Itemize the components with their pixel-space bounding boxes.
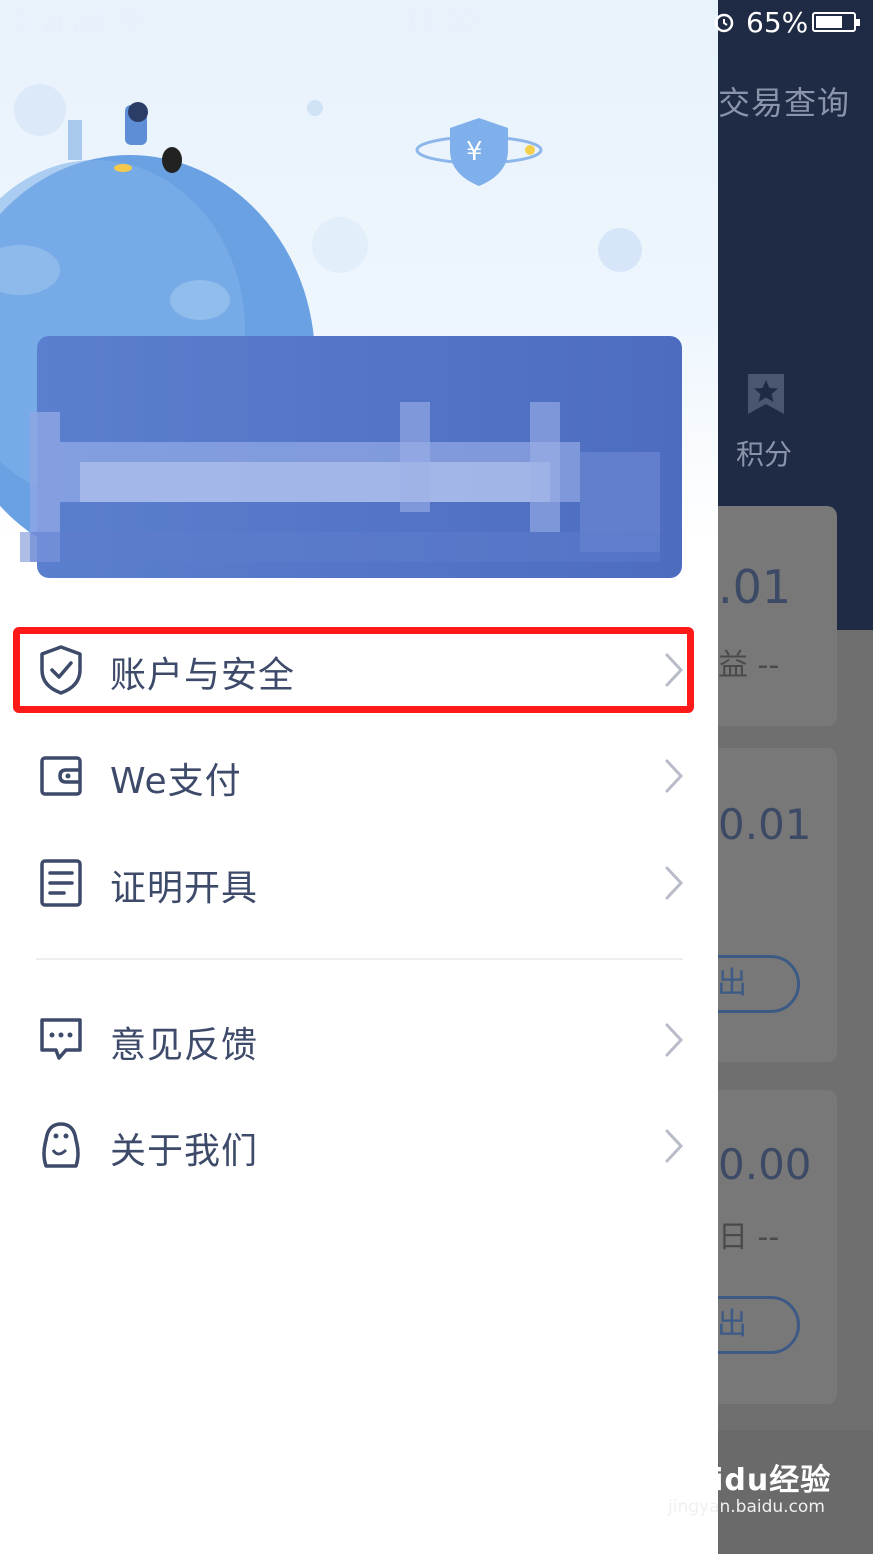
clock: 15:32 — [404, 8, 479, 38]
background-points-label: 积分 — [736, 438, 793, 471]
wifi-icon — [117, 12, 145, 33]
highlight-box — [13, 627, 694, 713]
penguin-icon — [42, 1122, 80, 1168]
menu-item-about[interactable]: 关于我们 — [0, 1100, 718, 1192]
background-title: 交易查询 — [718, 84, 851, 122]
menu-label-about: 关于我们 — [110, 1131, 259, 1172]
background-card-3-value: 0.00 — [718, 1140, 812, 1189]
network-type: 4G 2G — [14, 9, 30, 34]
chevron-right-icon — [665, 1023, 684, 1057]
battery-percent: 65% — [746, 6, 809, 39]
signal-icon — [44, 12, 99, 32]
svg-text:¥: ¥ — [466, 137, 483, 167]
background-card-3-sub: 日 -- — [718, 1220, 780, 1255]
menu-item-we-pay[interactable]: We支付 — [0, 730, 718, 822]
points-star-icon — [748, 374, 784, 414]
menu-item-feedback[interactable]: 意见反馈 — [0, 994, 718, 1086]
blurred-profile-info — [20, 402, 660, 562]
watermark-main: Baidu经验 — [668, 1463, 832, 1498]
chat-bubble-icon — [40, 1018, 82, 1060]
alarm-icon — [714, 13, 734, 33]
menu-label-feedback: 意见反馈 — [110, 1025, 259, 1066]
background-card-1-sub: 益 -- — [718, 648, 780, 683]
menu-label-certificate: 证明开具 — [110, 868, 259, 909]
menu-item-certificate[interactable]: 证明开具 — [0, 837, 718, 929]
background-card-2 — [700, 748, 837, 1062]
battery-icon — [812, 12, 860, 32]
menu-divider — [36, 958, 683, 960]
background-card-1 — [700, 506, 837, 726]
chevron-right-icon — [665, 759, 684, 793]
wallet-icon — [40, 756, 82, 796]
status-bar: 4G 2G 15:32 65% — [0, 0, 873, 46]
chevron-right-icon — [665, 866, 684, 900]
baidu-jingyan-watermark: Baidu经验 jingyan.baidu.com — [668, 1455, 831, 1517]
side-drawer: ¥ 账户与安全 We支付 证明开具 意见反馈 关于我们 — [0, 0, 718, 1554]
document-icon — [40, 859, 82, 907]
menu-label-we-pay: We支付 — [110, 761, 242, 802]
watermark-url: jingyan.baidu.com — [668, 1497, 825, 1517]
chevron-right-icon — [665, 1129, 684, 1163]
background-card-2-value: 0.01 — [718, 800, 812, 849]
background-card-1-value: .01 — [718, 560, 792, 614]
